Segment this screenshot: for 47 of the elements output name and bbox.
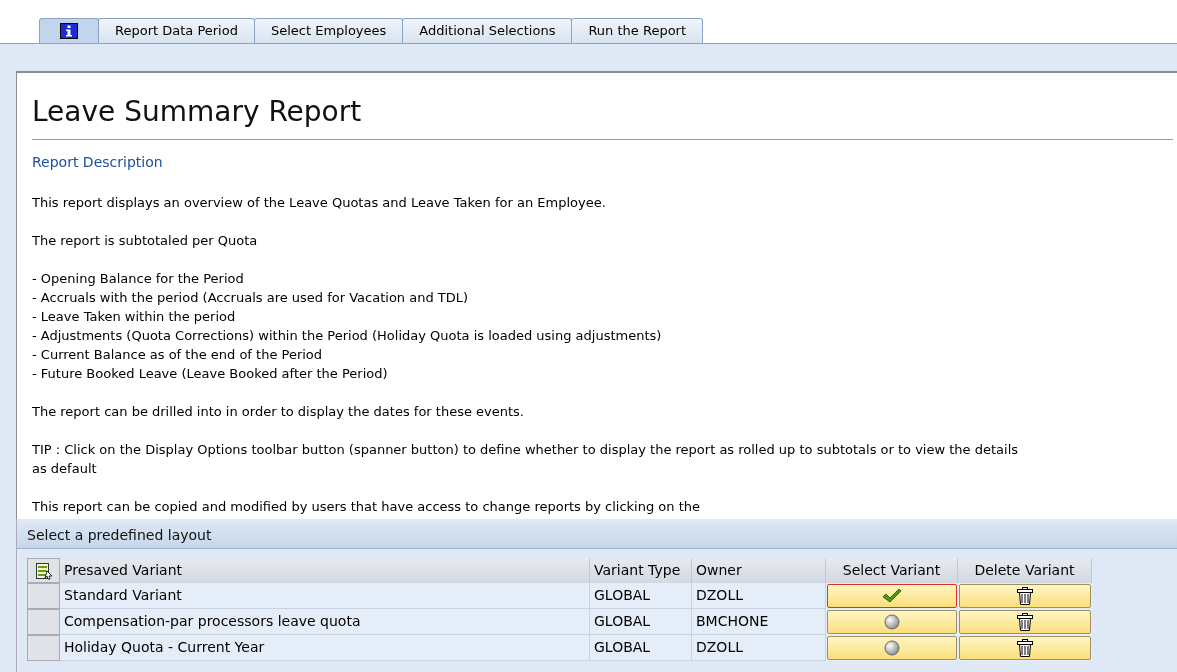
table-cell: GLOBAL — [590, 635, 692, 661]
description-text: The report is subtotaled per Quota — [32, 232, 259, 250]
info-icon — [60, 23, 78, 39]
description-text: - Adjustments (Quota Corrections) within the Period (Holiday Quota is loaded using adjustments) — [32, 327, 663, 345]
trash-icon — [1017, 587, 1033, 605]
description-text: This report can be copied and modified by users that have access to change reports by clicking on the — [32, 498, 701, 516]
select-all-button[interactable] — [27, 558, 60, 583]
select-variant-button[interactable] — [827, 584, 957, 608]
radio-icon — [884, 640, 900, 656]
delete-variant-button[interactable] — [959, 610, 1091, 634]
table-cell: Holiday Quota - Current Year — [60, 635, 590, 661]
tab[interactable]: Report Data Period — [98, 18, 255, 43]
table-cell: BMCHONE — [692, 609, 826, 635]
column-header: Delete Variant — [958, 558, 1092, 583]
table-cell: Compensation-par processors leave quota — [60, 609, 590, 635]
description-text: - Current Balance as of the end of the Period — [32, 346, 324, 364]
table-cell: DZOLL — [692, 635, 826, 661]
description-text: - Leave Taken within the period — [32, 308, 237, 326]
table-cell: Standard Variant — [60, 583, 590, 609]
panel-title: Select a predefined layout — [27, 526, 212, 545]
description-text: - Accruals with the period (Accruals are used for Vacation and TDL) — [32, 289, 470, 307]
description-text: - Future Booked Leave (Leave Booked after the Period) — [32, 365, 389, 383]
table-cell: GLOBAL — [590, 583, 692, 609]
table-cell: GLOBAL — [590, 609, 692, 635]
delete-variant-button[interactable] — [959, 636, 1091, 660]
info-tab[interactable] — [39, 18, 99, 43]
tab[interactable]: Select Employees — [253, 18, 404, 43]
delete-variant-button[interactable] — [959, 584, 1091, 608]
column-header: Presaved Variant — [60, 558, 590, 583]
radio-icon — [884, 614, 900, 630]
column-header: Select Variant — [826, 558, 958, 583]
trash-icon — [1017, 639, 1033, 657]
tab[interactable]: Additional Selections — [402, 18, 573, 43]
spreadsheet-icon — [34, 561, 53, 580]
description-text: The report can be drilled into in order to display the dates for these events. — [32, 403, 525, 421]
description-text: as default — [32, 460, 98, 478]
tab[interactable]: Run the Report — [571, 18, 704, 43]
description-text: TIP : Click on the Display Options toolbar button (spanner button) to define whether to display the report as rolled up to subtotals or to view the details — [32, 441, 1020, 459]
report-description-link[interactable]: Report Description — [32, 154, 163, 170]
column-header: Owner — [692, 558, 826, 583]
checkmark-icon — [882, 588, 902, 604]
trash-icon — [1017, 613, 1033, 631]
description-text: - Opening Balance for the Period — [32, 270, 245, 288]
column-header: Variant Type — [590, 558, 692, 583]
report-title: Leave Summary Report — [32, 95, 363, 129]
description-text: This report displays an overview of the Leave Quotas and Leave Taken for an Employee. — [32, 194, 607, 212]
table-cell: DZOLL — [692, 583, 826, 609]
